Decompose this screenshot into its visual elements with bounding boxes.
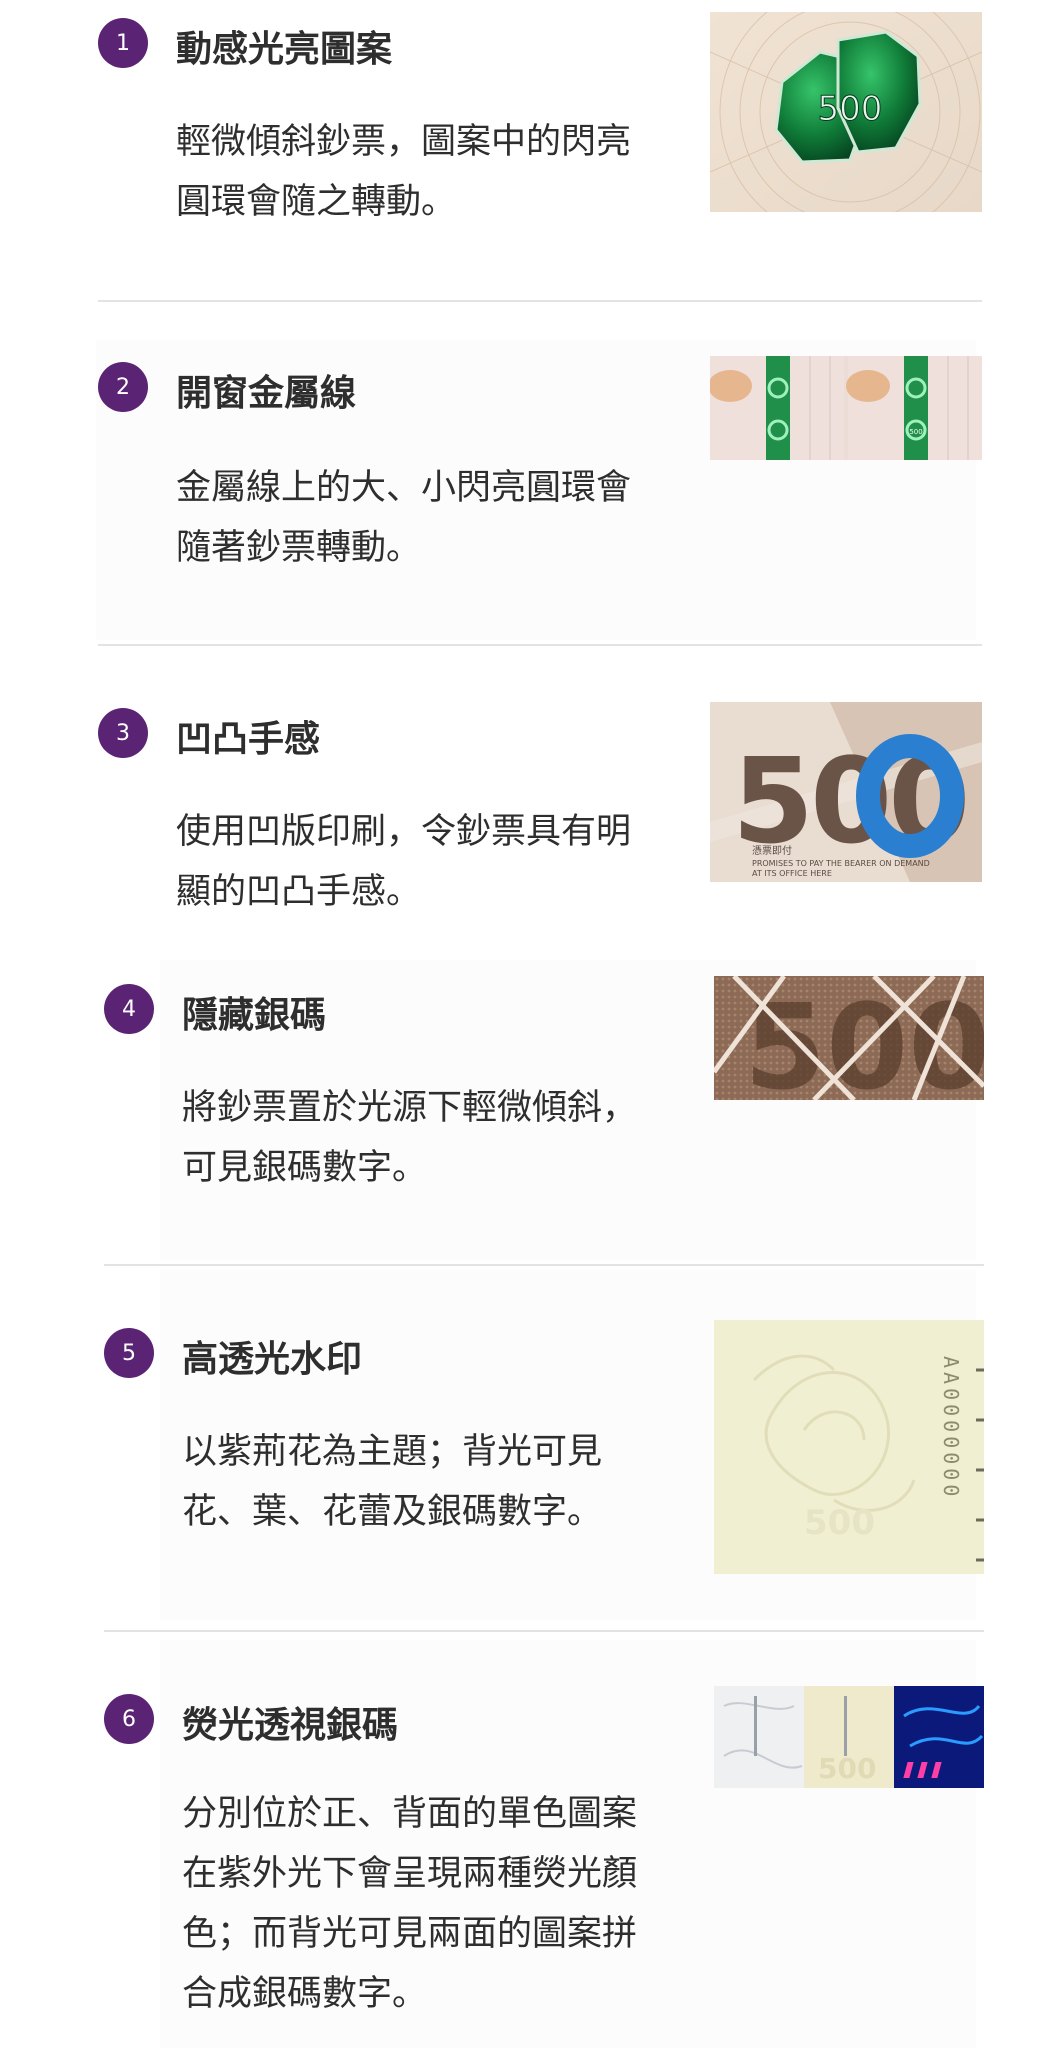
divider xyxy=(98,644,982,646)
metallic-thread-image: 500 xyxy=(710,356,982,460)
image-caption-en: AT ITS OFFICE HERE xyxy=(752,869,832,878)
feature-title: 熒光透視銀碼 xyxy=(182,1705,399,1746)
number-badge: 1 xyxy=(98,18,148,68)
divider xyxy=(104,1630,984,1632)
fluorescent-numeral-image: 500 xyxy=(714,1686,984,1788)
feature-description: 以紫荊花為主題；背光可見花、葉、花蕾及銀碼數字。 xyxy=(182,1432,603,1532)
banknote-shiny-pattern-image: 500 xyxy=(710,12,982,212)
feature-description: 輕微傾斜鈔票，圖案中的閃亮圓環會隨之轉動。 xyxy=(176,122,632,222)
feature-description: 分別位於正、背面的單色圖案在紫外光下會呈現兩種熒光顏色；而背光可見兩面的圖案拼合… xyxy=(182,1794,638,2014)
number-badge: 2 xyxy=(98,362,148,412)
feature-title: 高透光水印 xyxy=(182,1339,363,1380)
feature-description: 使用凹版印刷，令鈔票具有明顯的凹凸手感。 xyxy=(176,812,632,912)
image-caption-en: PROMISES TO PAY THE BEARER ON DEMAND xyxy=(752,859,930,868)
watermark-image: 500 AA0000000 xyxy=(714,1320,984,1574)
feature-title: 隱藏銀碼 xyxy=(182,995,327,1036)
image-amount-text: 500 xyxy=(744,978,984,1100)
number-badge: 6 xyxy=(104,1694,154,1744)
hidden-numeral-image: 500 xyxy=(714,976,984,1100)
number-badge: 3 xyxy=(98,708,148,758)
feature-description: 將鈔票置於光源下輕微傾斜，可見銀碼數字。 xyxy=(182,1088,638,1188)
divider xyxy=(104,1264,984,1266)
feature-title: 動感光亮圖案 xyxy=(176,29,393,70)
divider xyxy=(98,300,982,302)
image-amount-text: 500 xyxy=(909,428,922,436)
feature-description: 金屬線上的大、小閃亮圓環會隨著鈔票轉動。 xyxy=(176,468,632,568)
feature-title: 凹凸手感 xyxy=(176,719,321,760)
number-badge: 5 xyxy=(104,1328,154,1378)
raised-print-image: 500 憑票即付 PROMISES TO PAY THE BEARER ON D… xyxy=(710,702,982,882)
image-amount-text: 500 xyxy=(818,1752,876,1785)
image-amount-text: 500 xyxy=(804,1503,875,1543)
image-caption-zh: 憑票即付 xyxy=(752,844,792,857)
feature-title: 開窗金屬線 xyxy=(176,373,357,414)
image-amount-text: 500 xyxy=(818,89,883,129)
number-badge: 4 xyxy=(104,984,154,1034)
serial-number-text: AA0000000 xyxy=(939,1356,963,1500)
